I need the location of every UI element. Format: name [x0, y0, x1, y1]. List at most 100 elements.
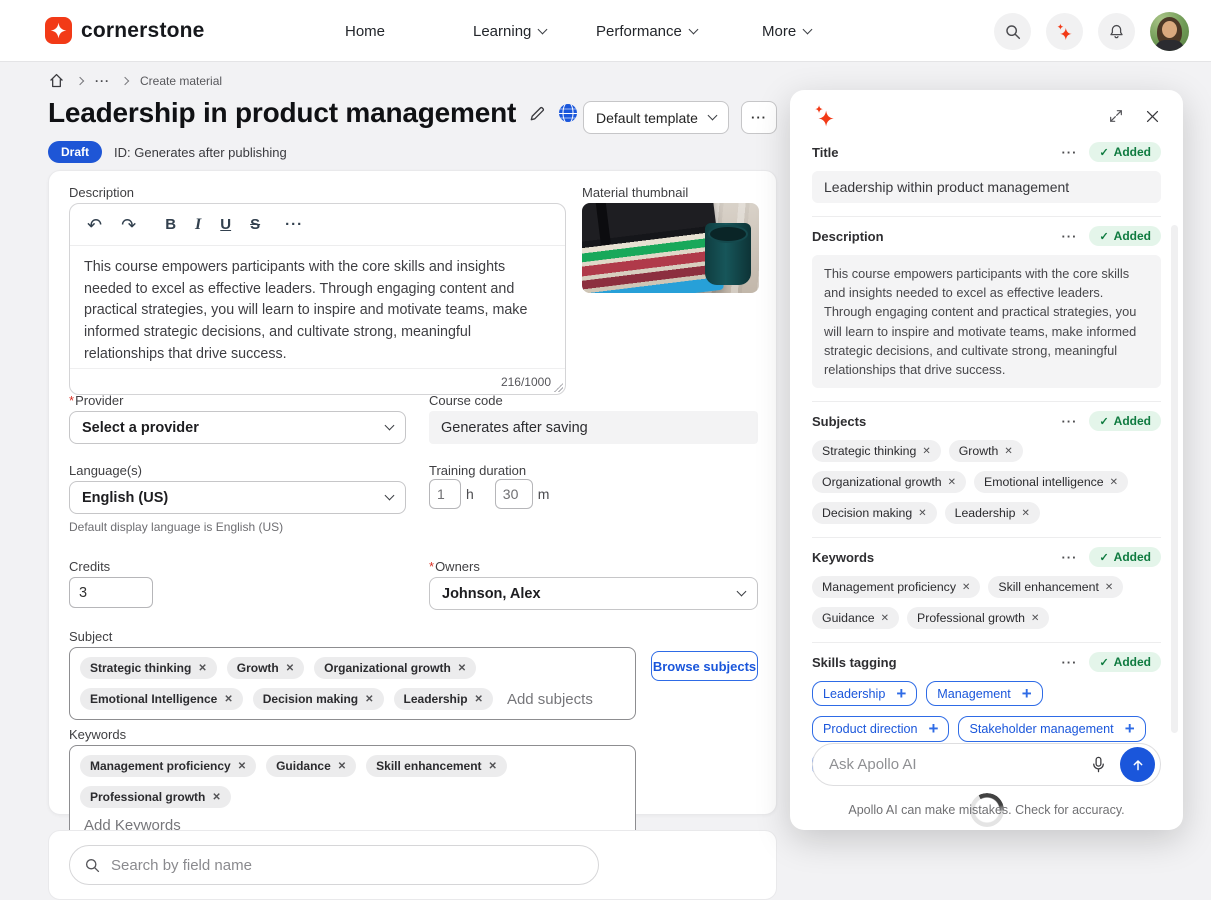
cornerstone-logo[interactable]: cornerstone — [45, 17, 205, 44]
translate-title-icon[interactable] — [559, 104, 578, 122]
nav-home[interactable]: Home — [345, 0, 385, 62]
redo-icon[interactable]: ↷ — [121, 216, 136, 234]
template-selector[interactable]: Default template — [583, 101, 729, 134]
remove-chip-icon[interactable]: ✕ — [962, 582, 970, 593]
ai-keyword-chip[interactable]: Management proficiency ✕ — [812, 576, 981, 599]
apollo-ai-panel: Title ··· ✓ Added Leadership within produ… — [790, 90, 1183, 830]
duration-minutes-input[interactable] — [494, 479, 533, 509]
add-skill-icon[interactable]: + — [1125, 720, 1135, 737]
edit-title-icon[interactable] — [528, 104, 547, 123]
ai-subject-chip[interactable]: Growth ✕ — [948, 440, 1023, 463]
remove-chip-icon[interactable]: ✕ — [1004, 446, 1012, 457]
remove-chip-icon[interactable]: ✕ — [918, 508, 926, 519]
remove-chip-icon[interactable]: ✕ — [198, 663, 206, 674]
brand-name: cornerstone — [81, 18, 205, 42]
remove-chip-icon[interactable]: ✕ — [1110, 477, 1118, 488]
nav-more[interactable]: More — [762, 0, 813, 62]
remove-chip-icon[interactable]: ✕ — [1021, 508, 1029, 519]
owners-select[interactable]: Johnson, Alex — [429, 577, 758, 610]
remove-chip-icon[interactable]: ✕ — [489, 761, 497, 772]
ask-apollo-input[interactable] — [829, 756, 1089, 773]
ai-subject-chip[interactable]: Organizational growth ✕ — [812, 471, 967, 494]
remove-chip-icon[interactable]: ✕ — [475, 694, 483, 705]
ai-assistant-button[interactable] — [1046, 13, 1083, 50]
remove-chip-icon[interactable]: ✕ — [922, 446, 930, 457]
ai-subject-chip[interactable]: Leadership ✕ — [944, 502, 1040, 525]
remove-chip-icon[interactable]: ✕ — [212, 792, 220, 803]
breadcrumb-current: Create material — [140, 73, 223, 88]
keyword-chip[interactable]: Management proficiency ✕ — [80, 755, 257, 777]
expand-panel-icon[interactable] — [1108, 108, 1124, 124]
subject-chip[interactable]: Growth ✕ — [226, 657, 305, 679]
skill-tag-chip[interactable]: Leadership + — [812, 681, 918, 707]
ai-subject-chip[interactable]: Decision making ✕ — [812, 502, 937, 525]
add-subjects-placeholder[interactable]: Add subjects — [503, 691, 593, 708]
remove-chip-icon[interactable]: ✕ — [286, 663, 294, 674]
user-avatar[interactable] — [1150, 12, 1189, 51]
section-menu-icon[interactable]: ··· — [1061, 145, 1077, 160]
description-text[interactable]: This course empowers participants with t… — [70, 246, 565, 368]
subject-chip[interactable]: Emotional Intelligence ✕ — [80, 688, 243, 710]
strikethrough-button[interactable]: S — [250, 217, 260, 232]
section-menu-icon[interactable]: ··· — [1061, 550, 1077, 565]
add-skill-icon[interactable]: + — [929, 720, 939, 737]
duration-hours-input[interactable] — [429, 479, 461, 509]
remove-chip-icon[interactable]: ✕ — [224, 694, 232, 705]
search-button[interactable] — [994, 13, 1031, 50]
remove-chip-icon[interactable]: ✕ — [458, 663, 466, 674]
subject-chip[interactable]: Organizational growth ✕ — [314, 657, 477, 679]
remove-chip-icon[interactable]: ✕ — [1105, 582, 1113, 593]
ai-keyword-chip[interactable]: Skill enhancement ✕ — [988, 576, 1124, 599]
keyword-chip[interactable]: Guidance ✕ — [266, 755, 357, 777]
description-editor[interactable]: ↶ ↷ B I U S ··· This course empowers par… — [69, 203, 566, 395]
subject-chip[interactable]: Leadership ✕ — [393, 688, 493, 710]
page-more-actions-button[interactable]: ··· — [741, 101, 777, 134]
credits-input[interactable] — [69, 577, 153, 608]
subject-chip[interactable]: Decision making ✕ — [252, 688, 384, 710]
languages-select[interactable]: English (US) — [69, 481, 406, 514]
mic-icon[interactable] — [1089, 755, 1108, 774]
breadcrumb-ellipsis[interactable]: ··· — [95, 74, 110, 88]
browse-subjects-button[interactable]: Browse subjects — [651, 651, 758, 681]
skill-tag-chip[interactable]: Stakeholder management + — [958, 716, 1146, 742]
nav-learning[interactable]: Learning — [473, 0, 548, 62]
remove-chip-icon[interactable]: ✕ — [365, 694, 373, 705]
undo-icon[interactable]: ↶ — [87, 216, 102, 234]
ai-subject-chip[interactable]: Emotional intelligence ✕ — [974, 471, 1129, 494]
ai-keyword-chip[interactable]: Professional growth ✕ — [907, 607, 1050, 630]
field-search[interactable] — [69, 845, 599, 885]
subject-chip[interactable]: Strategic thinking ✕ — [80, 657, 217, 679]
notifications-button[interactable] — [1098, 13, 1135, 50]
ai-subject-chip[interactable]: Strategic thinking ✕ — [812, 440, 941, 463]
remove-chip-icon[interactable]: ✕ — [881, 613, 889, 624]
remove-chip-icon[interactable]: ✕ — [948, 477, 956, 488]
chevron-down-icon — [384, 420, 395, 431]
skill-tag-chip[interactable]: Management + — [926, 681, 1043, 707]
resize-handle-icon[interactable] — [554, 383, 563, 392]
keyword-chip[interactable]: Skill enhancement ✕ — [366, 755, 507, 777]
add-skill-icon[interactable]: + — [1022, 685, 1032, 702]
remove-chip-icon[interactable]: ✕ — [238, 761, 246, 772]
close-panel-icon[interactable] — [1144, 108, 1161, 125]
keyword-chip[interactable]: Professional growth ✕ — [80, 786, 231, 808]
subject-chip-input[interactable]: Strategic thinking ✕ Growth ✕ Organization… — [69, 647, 636, 720]
section-menu-icon[interactable]: ··· — [1061, 229, 1077, 244]
underline-button[interactable]: U — [220, 217, 231, 232]
italic-button[interactable]: I — [195, 216, 201, 233]
ai-keyword-chip[interactable]: Guidance ✕ — [812, 607, 900, 630]
provider-select[interactable]: Select a provider — [69, 411, 406, 444]
remove-chip-icon[interactable]: ✕ — [1031, 613, 1039, 624]
section-menu-icon[interactable]: ··· — [1061, 655, 1077, 670]
section-menu-icon[interactable]: ··· — [1061, 414, 1077, 429]
add-skill-icon[interactable]: + — [896, 685, 906, 702]
panel-scrollbar[interactable] — [1171, 225, 1178, 733]
home-icon[interactable] — [48, 72, 65, 89]
nav-performance[interactable]: Performance — [596, 0, 699, 62]
bold-button[interactable]: B — [165, 217, 176, 232]
remove-chip-icon[interactable]: ✕ — [338, 761, 346, 772]
skill-tag-chip[interactable]: Product direction + — [812, 716, 950, 742]
field-search-input[interactable] — [111, 856, 584, 874]
hours-unit-label: h — [466, 486, 474, 502]
send-button[interactable] — [1120, 747, 1155, 782]
toolbar-more-icon[interactable]: ··· — [285, 217, 303, 232]
